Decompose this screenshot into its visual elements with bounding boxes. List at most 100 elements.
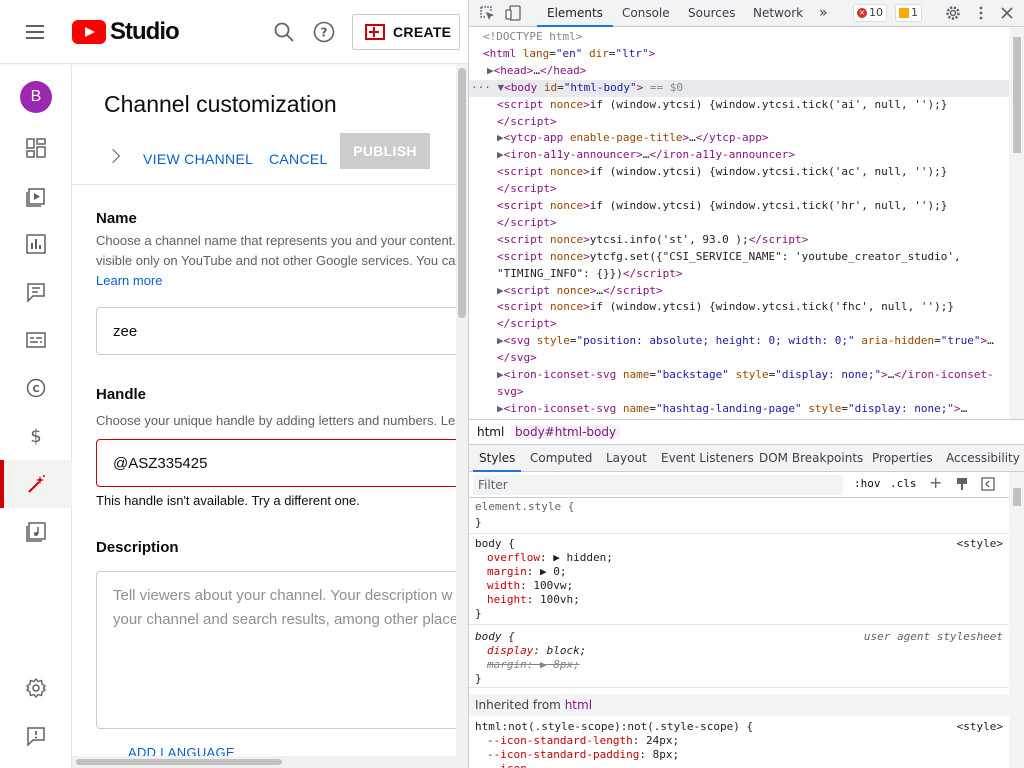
learn-more-link[interactable]: Learn more (96, 273, 162, 288)
scrollbar-thumb[interactable] (458, 68, 466, 318)
scrollbar-thumb[interactable] (1013, 37, 1021, 153)
channel-name-field[interactable]: zee (96, 307, 456, 355)
sidebar-item-earn[interactable]: $ (0, 412, 72, 460)
search-icon[interactable] (272, 20, 296, 44)
prop-overflow[interactable]: overflow: ▶ hidden; (487, 551, 613, 565)
more-options-icon[interactable] (973, 5, 989, 21)
style-source-link[interactable]: <style> (957, 537, 1003, 550)
dom-node[interactable]: <script nonce>if (window.ytcsi) {window.… (469, 299, 954, 316)
dom-node[interactable]: ▶<iron-iconset-svg name="backstage" styl… (469, 367, 994, 384)
inspect-element-icon[interactable] (479, 5, 495, 21)
sidebar-item-dashboard[interactable] (0, 124, 72, 172)
dom-node-selected[interactable]: ··· ▼<body id="html-body"> == $0 (469, 79, 1009, 97)
dom-node[interactable]: svg> (469, 384, 524, 401)
inherited-tag[interactable]: html (565, 698, 592, 712)
dom-node[interactable]: <script nonce>if (window.ytcsi) {window.… (469, 198, 947, 215)
dom-node[interactable]: </script> (469, 114, 557, 131)
prop-icon-partial[interactable]: --icon-... (487, 762, 553, 768)
dom-node[interactable]: </svg> (469, 350, 537, 367)
device-toolbar-icon[interactable] (505, 5, 521, 21)
prop-margin[interactable]: margin: ▶ 0; (487, 565, 567, 579)
tab-elements[interactable]: Elements (537, 0, 613, 27)
tab-accessibility[interactable]: Accessibility (946, 445, 1020, 472)
handle-field[interactable]: @ASZ335425 (96, 439, 456, 487)
publish-button[interactable]: PUBLISH (340, 133, 430, 169)
inherited-label: Inherited from (475, 698, 561, 712)
tab-styles[interactable]: Styles (473, 445, 522, 472)
view-channel-button[interactable]: VIEW CHANNEL (143, 141, 253, 177)
tab-event-listeners[interactable]: Event Listeners (661, 445, 754, 472)
scrollbar-thumb[interactable] (1013, 488, 1021, 506)
ua-body-selector: body { (475, 630, 515, 643)
tab-sources[interactable]: Sources (688, 0, 735, 27)
tab-layout[interactable]: Layout (606, 445, 647, 472)
dom-node[interactable]: <!DOCTYPE html> (469, 29, 582, 46)
element-style-selector[interactable]: element.style { (475, 500, 574, 514)
chevron-right-icon[interactable] (105, 148, 121, 164)
tab-properties[interactable]: Properties (872, 445, 933, 472)
html-scope-rule: html:not(.style-scope):not(.style-scope)… (469, 716, 1009, 768)
sidebar-item-copyright[interactable]: C (0, 364, 72, 412)
dom-node[interactable]: </script> (469, 181, 557, 198)
tab-network[interactable]: Network (753, 0, 803, 27)
scrollbar-thumb[interactable] (76, 759, 282, 765)
styles-filter-input[interactable]: Filter (473, 475, 843, 495)
prop-height[interactable]: height: 100vh; (487, 593, 580, 607)
breadcrumb-html[interactable]: html (477, 425, 504, 439)
help-icon[interactable]: ? (312, 20, 336, 44)
settings-gear-icon[interactable] (945, 5, 961, 21)
dom-node[interactable]: ▶<iron-iconset-svg name="hashtag-landing… (469, 401, 967, 418)
prop-icon-standard-padding[interactable]: --icon-standard-padding: 8px; (487, 748, 679, 762)
sidebar-item-feedback[interactable] (0, 712, 72, 760)
prop-width[interactable]: width: 100vw; (487, 579, 573, 593)
sidebar-item-content[interactable] (0, 172, 72, 220)
more-tabs-button[interactable]: » (819, 0, 828, 27)
sidebar-item-settings[interactable] (0, 664, 72, 712)
dom-node[interactable]: <script nonce>ytcfg.set({"CSI_SERVICE_NA… (469, 249, 961, 266)
sidebar-item-subtitles[interactable] (0, 316, 72, 364)
prop-icon-standard-length[interactable]: --icon-standard-length: 24px; (487, 734, 679, 748)
close-icon[interactable] (999, 5, 1015, 21)
dom-node[interactable]: </script> (469, 215, 557, 232)
error-count-badge[interactable]: × 10 (853, 4, 887, 22)
avatar[interactable]: B (20, 81, 52, 113)
paint-brush-icon[interactable] (955, 477, 969, 491)
description-textarea[interactable]: Tell viewers about your channel. Your de… (96, 571, 456, 729)
menu-icon[interactable] (24, 20, 48, 44)
sidebar-item-audio-library[interactable] (0, 508, 72, 556)
dom-node[interactable]: ▶<svg style="position: absolute; height:… (469, 333, 994, 350)
sidebar-item-comments[interactable] (0, 268, 72, 316)
dom-node[interactable]: ▶<script nonce>…</script> (469, 283, 663, 300)
tab-console[interactable]: Console (622, 0, 670, 27)
create-button[interactable]: CREATE (352, 14, 460, 50)
dom-node[interactable]: ▶<head>…</head> (469, 63, 586, 80)
warning-count-badge[interactable]: 1 (895, 4, 922, 22)
hover-state-toggle[interactable]: :hov (854, 477, 881, 490)
styles-scrollbar[interactable] (1009, 472, 1024, 768)
dom-node[interactable]: </script> (469, 316, 557, 333)
prop-margin-overridden: margin: ▶ 8px; (487, 658, 580, 671)
style-source-link[interactable]: <style> (957, 720, 1003, 733)
dom-node[interactable]: ▶<iron-a11y-announcer>…</iron-a11y-annou… (469, 147, 795, 164)
dom-node[interactable]: ▶<ytcp-app enable-page-title>…</ytcp-app… (469, 130, 769, 147)
new-style-rule-button[interactable]: + (929, 473, 942, 492)
body-selector[interactable]: body { (475, 537, 515, 551)
studio-horizontal-scrollbar[interactable] (72, 756, 456, 768)
cancel-button[interactable]: CANCEL (269, 141, 328, 177)
toggle-sidebar-icon[interactable] (981, 477, 995, 491)
tab-dom-breakpoints[interactable]: DOM Breakpoints (759, 445, 863, 472)
class-toggle[interactable]: .cls (890, 477, 917, 490)
dom-tree-scrollbar[interactable] (1009, 27, 1024, 419)
html-scope-selector[interactable]: html:not(.style-scope):not(.style-scope)… (475, 720, 753, 734)
studio-vertical-scrollbar[interactable] (456, 64, 468, 768)
youtube-studio-logo[interactable]: Studio (72, 18, 180, 46)
dom-node[interactable]: <script nonce>if (window.ytcsi) {window.… (469, 97, 947, 114)
dom-node[interactable]: "TIMING_INFO": {}})</script> (469, 266, 682, 283)
sidebar-item-analytics[interactable] (0, 220, 72, 268)
dom-node[interactable]: <html lang="en" dir="ltr"> (469, 46, 655, 63)
dom-node[interactable]: <script nonce>ytcsi.info('st', 93.0 );</… (469, 232, 808, 249)
tab-computed[interactable]: Computed (530, 445, 592, 472)
dom-node[interactable]: <script nonce>if (window.ytcsi) {window.… (469, 164, 947, 181)
breadcrumb-body[interactable]: body#html-body (511, 425, 621, 439)
sidebar-item-customization[interactable] (0, 460, 72, 508)
